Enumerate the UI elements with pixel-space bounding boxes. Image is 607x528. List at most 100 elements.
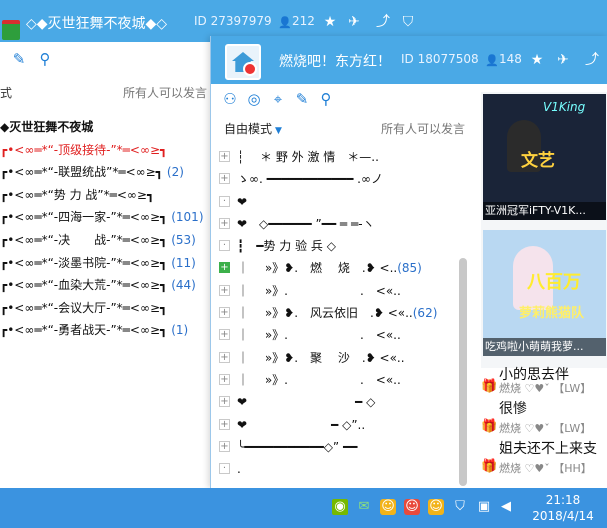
share-icon[interactable]: ⤴ <box>375 14 391 30</box>
search-icon[interactable]: ⚲ <box>317 90 335 108</box>
ban-icon <box>243 62 257 76</box>
channel-count: (62) <box>412 306 438 321</box>
list-item[interactable]: + ❤ ━ ◇”.. <box>211 414 471 436</box>
list-item[interactable]: ┏•<∞═*“-淡墨书院-”*═<∞≥┓ (11) <box>0 252 210 275</box>
room-avatar[interactable] <box>225 44 261 80</box>
plane-icon[interactable]: ✈ <box>555 52 571 68</box>
list-item[interactable]: ┏•<∞═*“-决 战-”*═<∞≥┓ (53) <box>0 229 210 252</box>
edit-icon[interactable]: ✎ <box>10 50 28 68</box>
expand-toggle[interactable]: + <box>219 373 230 385</box>
list-item[interactable]: + ｜ »》. . <«.. <box>211 280 471 302</box>
gift-icon: 🎁 <box>481 419 498 434</box>
list-item[interactable]: + ｜ »》. . <«.. <box>211 369 471 391</box>
list-item[interactable]: ┏•<∞═*“-联盟统战”*═<∞≥┓ (2) <box>0 161 210 184</box>
expand-toggle[interactable]: + <box>219 396 230 408</box>
list-item[interactable]: ┏•<∞═*“-四海一家-”*═<∞≥┓ (101) <box>0 206 210 229</box>
nvidia-icon[interactable]: ◉ <box>332 499 348 515</box>
game-app-icon[interactable]: ☺ <box>380 499 396 515</box>
chat-panel: 小的思去伴 🎁 燃烧 ♡♥ˇ 【LW】 很慘 🎁 燃烧 ♡♥ˇ 【LW】 姐夫还… <box>481 367 607 488</box>
game-app-icon[interactable]: ☺ <box>428 499 444 515</box>
channel-count: (53) <box>171 232 196 247</box>
video-caption: 亚洲冠军iFTY-V1K... <box>483 202 606 220</box>
list-item[interactable]: ┏•<∞═*“-勇者战天-”*═<∞≥┓ (1) <box>0 319 210 342</box>
expand-toggle[interactable]: + <box>219 440 230 452</box>
channel-count: (1) <box>171 323 189 338</box>
list-item[interactable]: + ╰━━━━━━━━━━━◇” ━━ <box>211 436 471 458</box>
network-icon[interactable]: ▣ <box>476 499 492 515</box>
front-channel-list: + ┆ ＊ 野 外 激 情 ＊—.. + ゝ∞. ━━━━━━━━━━━━ .∞ノ … <box>211 146 471 488</box>
shield-tray-icon[interactable]: ⛉ <box>452 499 468 515</box>
list-item[interactable]: ┏•<∞═*“-会议大厅-”*═<∞≥┓ <box>0 297 210 320</box>
share-icon[interactable]: ⤴ <box>584 52 600 68</box>
mode-dropdown[interactable]: 自由模式 ▼ <box>224 120 282 137</box>
expand-toggle[interactable]: + <box>219 329 230 341</box>
channel-count: (101) <box>171 210 204 225</box>
wechat-icon[interactable]: ✉ <box>356 499 372 515</box>
list-item[interactable]: · ┇ ━势 力 验 兵 ◇ <box>211 235 471 257</box>
list-item[interactable]: + ゝ∞. ━━━━━━━━━━━━ .∞ノ <box>211 168 471 190</box>
expand-toggle[interactable]: + <box>219 151 230 162</box>
list-item[interactable]: ┏•<∞═*“势 力 战”*═<∞≥┓ <box>0 184 210 207</box>
location-icon[interactable]: ⌖ <box>269 90 287 108</box>
members-icon: 👤 <box>485 54 499 67</box>
list-item[interactable]: + ❤ ◇━━━━━━ ”━━ ═ ═-ヽ <box>211 213 471 235</box>
expand-toggle[interactable]: · <box>219 240 230 252</box>
system-clock[interactable]: 21:18 2018/4/14 <box>528 492 598 524</box>
game-app-icon[interactable]: ☺ <box>404 499 420 515</box>
volume-icon[interactable]: ◀ <box>498 499 514 515</box>
chat-icon[interactable]: ◎ <box>245 90 263 108</box>
video-subheadline: 萝莉熊猫队 <box>519 306 585 321</box>
back-mode-label[interactable]: 式 <box>0 84 12 101</box>
back-room-title: ◇◆灭世狂舞不夜城◆◇ <box>26 16 168 32</box>
chevron-down-icon: ▼ <box>275 126 282 136</box>
back-channel-list: ◆灭世狂舞不夜城 ┏•<∞═*“-顶级接待-”*═<∞≥┓ ┏•<∞═*“-联盟… <box>0 116 210 342</box>
back-room-id: ID 27397979 <box>194 14 272 28</box>
clock-time: 21:18 <box>545 493 581 507</box>
channel-count: (44) <box>171 278 196 293</box>
front-room-member-count: 148 <box>499 52 522 66</box>
list-item[interactable]: ┏•<∞═*“-血染大荒-”*═<∞≥┓ (44) <box>0 274 210 297</box>
edit-icon[interactable]: ✎ <box>293 90 311 108</box>
expand-toggle[interactable]: · <box>219 195 230 207</box>
front-room-titlebar: 燃烧吧！东方红！ ID 18077508 👤 148 ★ ✈ ⤴ <box>211 36 607 84</box>
chat-sender: 燃烧 ♡♥ˇ 【LW】 <box>499 382 592 395</box>
list-item[interactable]: + ｜ »》. . <«.. <box>211 324 471 346</box>
list-item[interactable]: ┏•<∞═*“-顶级接待-”*═<∞≥┓ <box>0 139 210 162</box>
list-item[interactable]: · ❤ <box>211 191 471 213</box>
front-room-window: 燃烧吧！东方红！ ID 18077508 👤 148 ★ ✈ ⤴ ⚇ ◎ ⌖ ✎… <box>210 36 607 488</box>
list-item[interactable]: + ┆ ＊ 野 外 激 情 ＊—.. <box>211 146 471 168</box>
favorite-star-icon[interactable]: ★ <box>529 52 545 68</box>
video-thumbnail[interactable]: V1King 文艺 亚洲冠军iFTY-V1K... <box>483 94 606 220</box>
video-caption: 吃鸡啦小萌萌我萝... <box>483 338 606 356</box>
expand-toggle[interactable]: · <box>219 463 230 475</box>
list-item[interactable]: + ｜ »》❥. 聚 沙 .❥ <«.. <box>211 347 471 369</box>
chat-message: 很慘 <box>499 401 527 417</box>
gift-icon: 🎁 <box>481 379 498 394</box>
video-brand: V1King <box>543 100 586 114</box>
back-room-member-count: 212 <box>292 14 315 28</box>
list-item[interactable]: ◆灭世狂舞不夜城 <box>0 116 210 139</box>
chat-sender: 燃烧 ♡♥ˇ 【HH】 <box>499 462 592 475</box>
video-headline: 八百万 <box>527 272 581 293</box>
list-item[interactable]: + ❤ ━ ◇ <box>211 391 471 413</box>
list-item[interactable]: ·. <box>211 458 471 480</box>
expand-toggle[interactable]: + <box>219 351 230 363</box>
list-item[interactable]: + ｜ »》❥. 燃 烧 .❥ <..(85) <box>211 257 471 279</box>
channel-count: (11) <box>171 255 196 270</box>
channel-list-scrollbar[interactable] <box>459 258 467 486</box>
video-thumbnail[interactable]: 八百万 萝莉熊猫队 吃鸡啦小萌萌我萝... <box>483 230 606 356</box>
clock-date: 2018/4/14 <box>532 509 594 523</box>
expand-toggle[interactable]: + <box>219 217 230 229</box>
favorite-star-icon[interactable]: ★ <box>322 14 338 30</box>
expand-toggle[interactable]: + <box>219 262 230 274</box>
shield-icon[interactable]: ⛉ <box>400 14 416 30</box>
expand-toggle[interactable]: + <box>219 307 230 319</box>
list-item[interactable]: + ｜ »》❥. 风云依旧 .❥ <«..(62) <box>211 302 471 324</box>
expand-toggle[interactable]: + <box>219 284 230 296</box>
user-icon[interactable]: ⚇ <box>221 90 239 108</box>
search-icon[interactable]: ⚲ <box>36 50 54 68</box>
expand-toggle[interactable]: + <box>219 418 230 430</box>
room-logo-icon <box>2 20 20 40</box>
plane-icon[interactable]: ✈ <box>346 14 362 30</box>
expand-toggle[interactable]: + <box>219 173 230 185</box>
